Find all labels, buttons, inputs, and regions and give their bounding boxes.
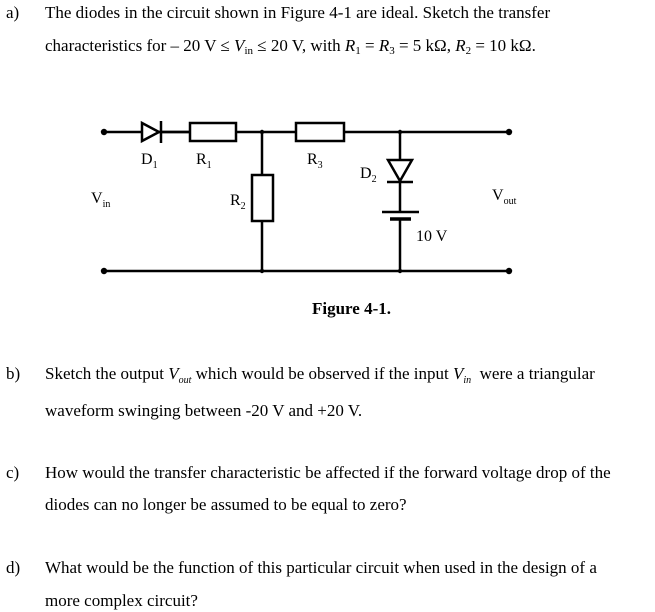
question-d-line-1: What would be the function of this parti…	[45, 558, 597, 577]
junction-r2-top	[259, 129, 265, 135]
label-d1: D1	[141, 151, 158, 171]
diode-d2	[385, 158, 415, 184]
resistor-r3	[294, 121, 346, 143]
symbol-subscript: in	[463, 375, 472, 386]
text-fragment: Sketch the output	[45, 364, 169, 383]
label-vin: Vin	[91, 190, 110, 210]
label-vout: Vout	[492, 187, 517, 207]
resistor-r2	[250, 173, 275, 223]
terminal-output-top	[505, 128, 513, 136]
junction-d2-bottom	[397, 268, 403, 274]
terminal-input-top	[100, 128, 108, 136]
label-d2: D2	[360, 165, 377, 185]
junction-d2-top	[397, 129, 403, 135]
text-fragment: were a triangular	[471, 364, 595, 383]
symbol-subscript: out	[178, 375, 192, 386]
label-r3: R3	[307, 151, 323, 171]
terminal-input-bottom	[100, 267, 108, 275]
resistor-r1	[188, 121, 238, 143]
label-r1: R1	[196, 151, 212, 171]
symbol-letter: V	[452, 364, 464, 383]
diode-d1-triangle	[140, 120, 162, 144]
figure-caption: Figure 4-1.	[312, 299, 392, 318]
question-b-label: b)	[6, 364, 21, 383]
label-r2: R2	[230, 192, 246, 212]
junction-r2-bottom	[259, 268, 265, 274]
label-battery-voltage: 10 V	[416, 228, 448, 245]
vin-symbol: Vin	[452, 364, 472, 386]
text-fragment: which would be observed if the input	[191, 364, 453, 383]
diode-d2-triangle	[385, 158, 415, 184]
symbol-letter: V	[168, 364, 179, 383]
battery	[382, 210, 419, 221]
question-b-line-1: Sketch the output Vout which would be ob…	[45, 364, 595, 386]
question-c-label: c)	[6, 463, 20, 482]
diode-d1	[140, 120, 163, 144]
vout-symbol: Vout	[168, 364, 192, 386]
question-c-line-2: diodes can no longer be assumed to be eq…	[45, 495, 407, 514]
question-d-label: d)	[6, 558, 21, 577]
question-d-line-2: more complex circuit?	[45, 591, 198, 610]
question-c-line-1: How would the transfer characteristic be…	[45, 463, 611, 482]
question-b-line-2: waveform swinging between -20 V and +20 …	[45, 401, 363, 420]
terminal-output-bottom	[505, 267, 513, 275]
